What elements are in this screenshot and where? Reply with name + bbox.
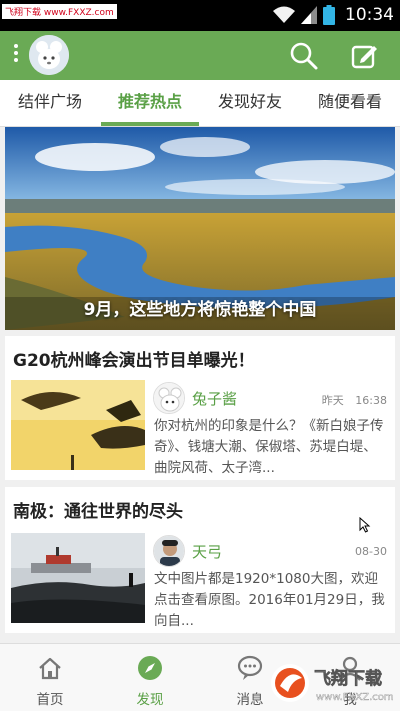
article-time: 16:38 [355,394,387,407]
message-icon [237,655,263,680]
author-name[interactable]: 兔子酱 [192,388,237,409]
corner-site-logo: 飞翔下载 www.FXXZ.com [270,660,398,706]
nav-discover-label: 发现 [136,692,164,708]
tab-partner-square[interactable]: 结伴广场 [0,80,100,127]
banner[interactable]: 9月，这些地方将惊艳整个中国 [5,127,395,330]
tab-recommended-hot[interactable]: 推荐热点 [100,80,200,127]
signal-icon [301,6,317,24]
app-bar [0,31,400,80]
search-button[interactable] [286,38,322,74]
tab-browse-random[interactable]: 随便看看 [300,80,400,127]
compose-button[interactable] [346,38,382,74]
article-thumbnail [11,533,145,623]
search-icon [290,42,318,70]
clock: 10:34 [345,5,394,25]
nav-discover[interactable]: 发现 [100,644,200,711]
nav-home[interactable]: 首页 [0,644,100,711]
mouse-cursor-icon [359,517,371,533]
banner-caption: 9月，这些地方将惊艳整个中国 [83,300,317,320]
overflow-menu-icon[interactable] [11,44,21,68]
svg-text:www.FXXZ.com: www.FXXZ.com [316,692,394,703]
article-title: G20杭州峰会演出节目单曝光！ [13,351,255,371]
watermark: 飞翔下载 www.FXXZ.com [2,4,117,19]
active-tab-indicator [101,122,199,126]
status-icons: 10:34 [273,3,394,27]
nav-home-label: 首页 [36,692,64,708]
edit-icon [351,45,377,69]
wifi-icon [273,6,295,23]
svg-text:飞翔下载: 飞翔下载 [314,668,382,689]
home-icon [39,657,61,680]
user-avatar[interactable] [29,35,69,75]
author-name[interactable]: 天弓 [192,541,222,562]
article-summary: 你对杭州的印象是什么？《新白娘子传奇》、钱塘大潮、保俶塔、苏堤白堤、曲院风荷、太… [154,418,384,476]
article-timestamp: 昨天 16:38 [322,392,387,408]
article-card[interactable]: G20杭州峰会演出节目单曝光！ 兔子酱 昨天 16:38 你对杭州的印象是什么？… [5,336,395,480]
article-card[interactable]: 南极：通往世界的尽头 天弓 08-30 文中图片都是1920*1080大图，欢迎… [5,487,395,633]
compass-icon [138,656,162,680]
battery-icon [323,5,335,25]
author-avatar[interactable] [153,382,185,414]
status-bar: 飞翔下载 www.FXXZ.com 10:34 [0,0,400,31]
article-thumbnail [11,380,145,470]
article-summary: 文中图片都是1920*1080大图，欢迎点击查看原图。2016年01月29日，我… [154,571,385,629]
top-tabs: 结伴广场 推荐热点 发现好友 随便看看 [0,80,400,127]
article-date: 昨天 [321,394,344,407]
tab-discover-friends[interactable]: 发现好友 [200,80,300,127]
article-title: 南极：通往世界的尽头 [13,502,183,522]
article-date: 08-30 [355,545,387,558]
author-avatar[interactable] [153,535,185,567]
